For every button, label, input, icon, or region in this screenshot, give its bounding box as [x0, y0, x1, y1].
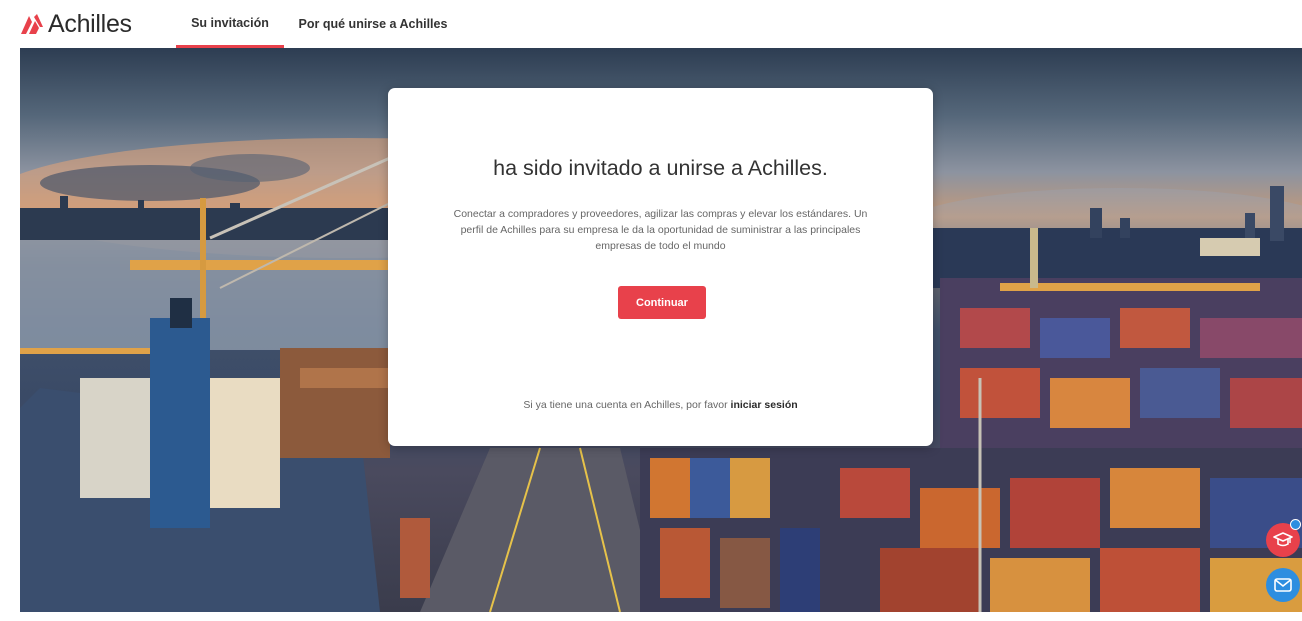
brand-name: Achilles [48, 10, 132, 38]
top-navigation: Achilles Su invitación Por qué unirse a … [0, 0, 1302, 48]
achilles-logo-icon [21, 14, 43, 34]
tab-por-que-unirse[interactable]: Por qué unirse a Achilles [289, 0, 457, 48]
invitation-card: ha sido invitado a unirse a Achilles. Co… [388, 88, 933, 446]
login-link[interactable]: iniciar sesión [731, 399, 798, 411]
achilles-logo[interactable]: Achilles [20, 10, 132, 38]
card-title: ha sido invitado a unirse a Achilles. [493, 156, 828, 180]
notification-dot [1290, 519, 1301, 530]
card-description: Conectar a compradores y proveedores, ag… [453, 208, 868, 252]
envelope-icon [1274, 578, 1292, 592]
contact-mail-button[interactable] [1266, 568, 1300, 602]
graduation-cap-icon [1273, 532, 1293, 547]
continue-button[interactable]: Continuar [618, 286, 706, 319]
login-prompt-text: Si ya tiene una cuenta en Achilles, por … [523, 399, 728, 411]
tab-su-invitacion[interactable]: Su invitación [176, 0, 284, 48]
login-prompt: Si ya tiene una cuenta en Achilles, por … [388, 399, 933, 411]
